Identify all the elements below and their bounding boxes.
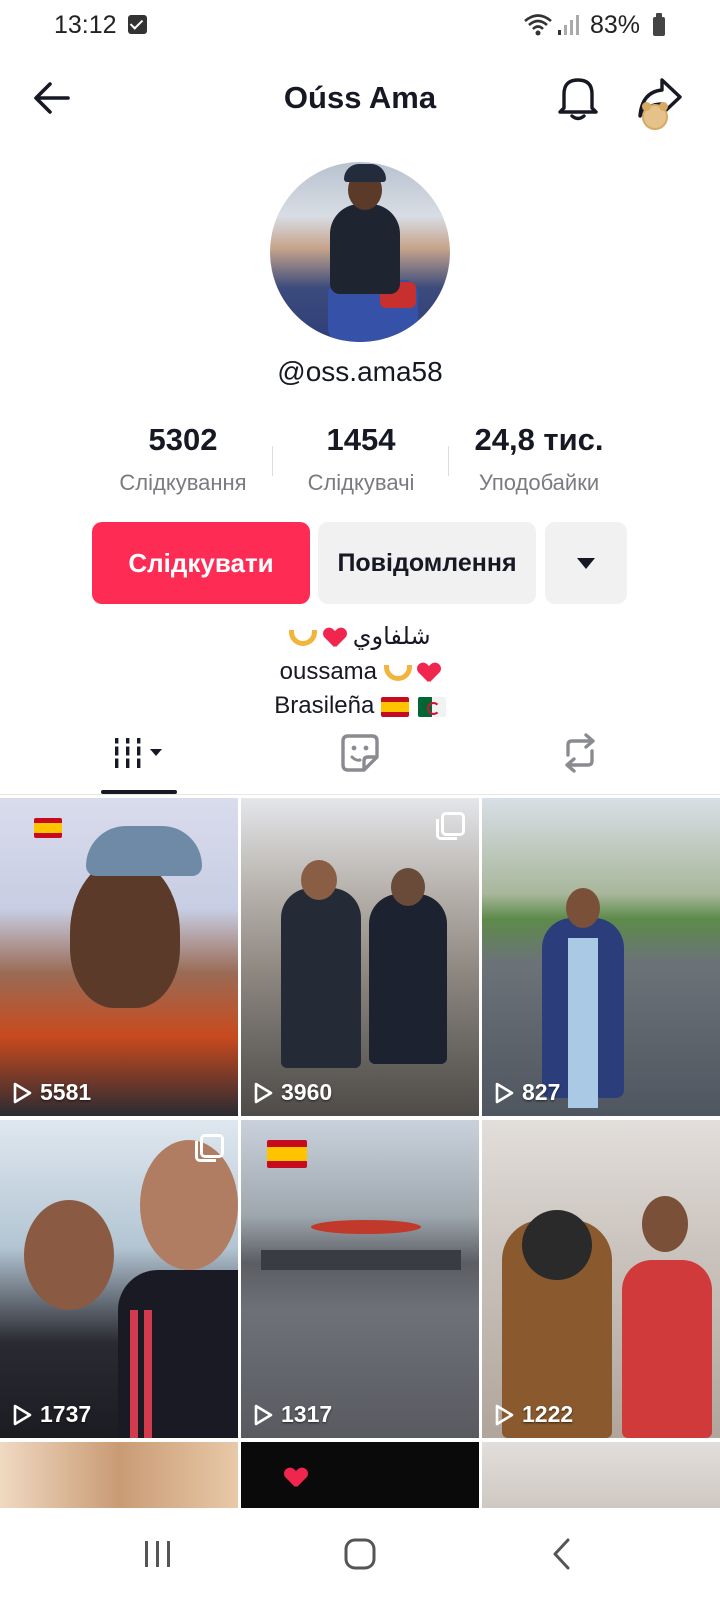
profile-header: Oúss Ama [0, 60, 720, 136]
chevron-left-icon [553, 1538, 570, 1570]
video-views: 5581 [12, 1079, 91, 1106]
stat-likes-label: Уподобайки [478, 470, 600, 495]
heart-hands-icon [383, 664, 412, 681]
message-button[interactable]: Повідомлення [318, 522, 536, 604]
stat-likes-value: 24,8 тис. [474, 422, 604, 457]
bear-sticker-icon [642, 102, 668, 130]
tab-liked[interactable] [320, 724, 400, 782]
stat-following-value: 5302 [148, 422, 218, 457]
bio-text-1: شلفاوي [352, 623, 431, 650]
video-tile[interactable]: 827 [482, 798, 720, 1116]
videos-grid-icon [114, 738, 162, 768]
system-nav-bar [0, 1508, 720, 1600]
heart-icon [324, 628, 346, 648]
bio-line-2: oussama [0, 658, 720, 686]
notifications-button[interactable] [556, 74, 600, 122]
recent-apps-button[interactable] [128, 1530, 188, 1578]
video-views: 1222 [494, 1401, 573, 1428]
video-tile[interactable]: 5581 [0, 798, 238, 1116]
stat-followers-value: 1454 [326, 422, 396, 457]
spain-flag-icon [34, 818, 62, 838]
video-tile[interactable]: 1317 [241, 1120, 479, 1438]
status-bar: 13:12 83% [0, 0, 720, 52]
repost-icon [565, 733, 595, 773]
home-icon [344, 1538, 376, 1570]
heart-hands-icon [289, 629, 318, 646]
spain-flag-icon [267, 1140, 307, 1168]
battery-icon [653, 13, 665, 36]
play-icon [495, 1082, 514, 1103]
stat-likes[interactable]: 24,8 тис. Уподобайки [454, 422, 624, 496]
username: @oss.ama58 [277, 356, 443, 387]
follow-button[interactable]: Слідкувати [92, 522, 310, 604]
multi-image-icon [436, 812, 465, 840]
bell-icon [558, 78, 598, 121]
page-title: Oúss Ama [283, 80, 437, 115]
stat-following-label: Слідкування [119, 470, 247, 495]
stat-divider [272, 446, 273, 476]
sticker-smile-icon [341, 734, 379, 772]
bio-line-3: Brasileña [0, 692, 720, 720]
wifi-icon [524, 14, 552, 36]
tab-videos[interactable] [100, 724, 180, 782]
more-options-button[interactable] [545, 522, 627, 604]
video-tile[interactable] [241, 1442, 479, 1508]
stat-following[interactable]: 5302 Слідкування [108, 422, 258, 496]
play-icon [495, 1404, 514, 1425]
tab-divider [0, 794, 720, 795]
video-views: 1317 [253, 1401, 332, 1428]
battery-percent: 83% [590, 11, 641, 39]
system-back-button[interactable] [532, 1530, 592, 1578]
notification-check-icon [128, 15, 147, 34]
spain-flag-icon [381, 696, 410, 717]
play-icon [254, 1404, 273, 1425]
video-tile[interactable]: 1222 [482, 1120, 720, 1438]
stat-divider [448, 446, 449, 476]
video-tile[interactable] [0, 1442, 238, 1508]
play-icon [13, 1404, 32, 1425]
caret-down-icon [577, 557, 595, 569]
recent-apps-icon [145, 1541, 170, 1567]
stat-followers-label: Слідкувачі [307, 470, 415, 495]
bio-text-2: oussama [279, 658, 378, 685]
video-views: 3960 [253, 1079, 332, 1106]
heart-icon [418, 663, 440, 683]
avatar[interactable] [270, 162, 450, 342]
bio-line-1: شلفاوي [0, 622, 720, 651]
play-icon [254, 1082, 273, 1103]
video-views: 1737 [12, 1401, 91, 1428]
home-button[interactable] [330, 1530, 390, 1578]
tab-reposts[interactable] [540, 724, 620, 782]
heart-icon [285, 1468, 307, 1488]
algeria-flag-icon [417, 696, 446, 717]
status-time: 13:12 [54, 11, 117, 39]
stat-followers[interactable]: 1454 Слідкувачі [286, 422, 436, 496]
multi-image-icon [195, 1134, 224, 1162]
video-tile[interactable] [482, 1442, 720, 1508]
video-tile[interactable]: 3960 [241, 798, 479, 1116]
signal-icon [558, 15, 579, 35]
bio-text-3: Brasileña [274, 692, 375, 719]
video-tile[interactable]: 1737 [0, 1120, 238, 1438]
play-icon [13, 1082, 32, 1103]
video-views: 827 [494, 1079, 560, 1106]
